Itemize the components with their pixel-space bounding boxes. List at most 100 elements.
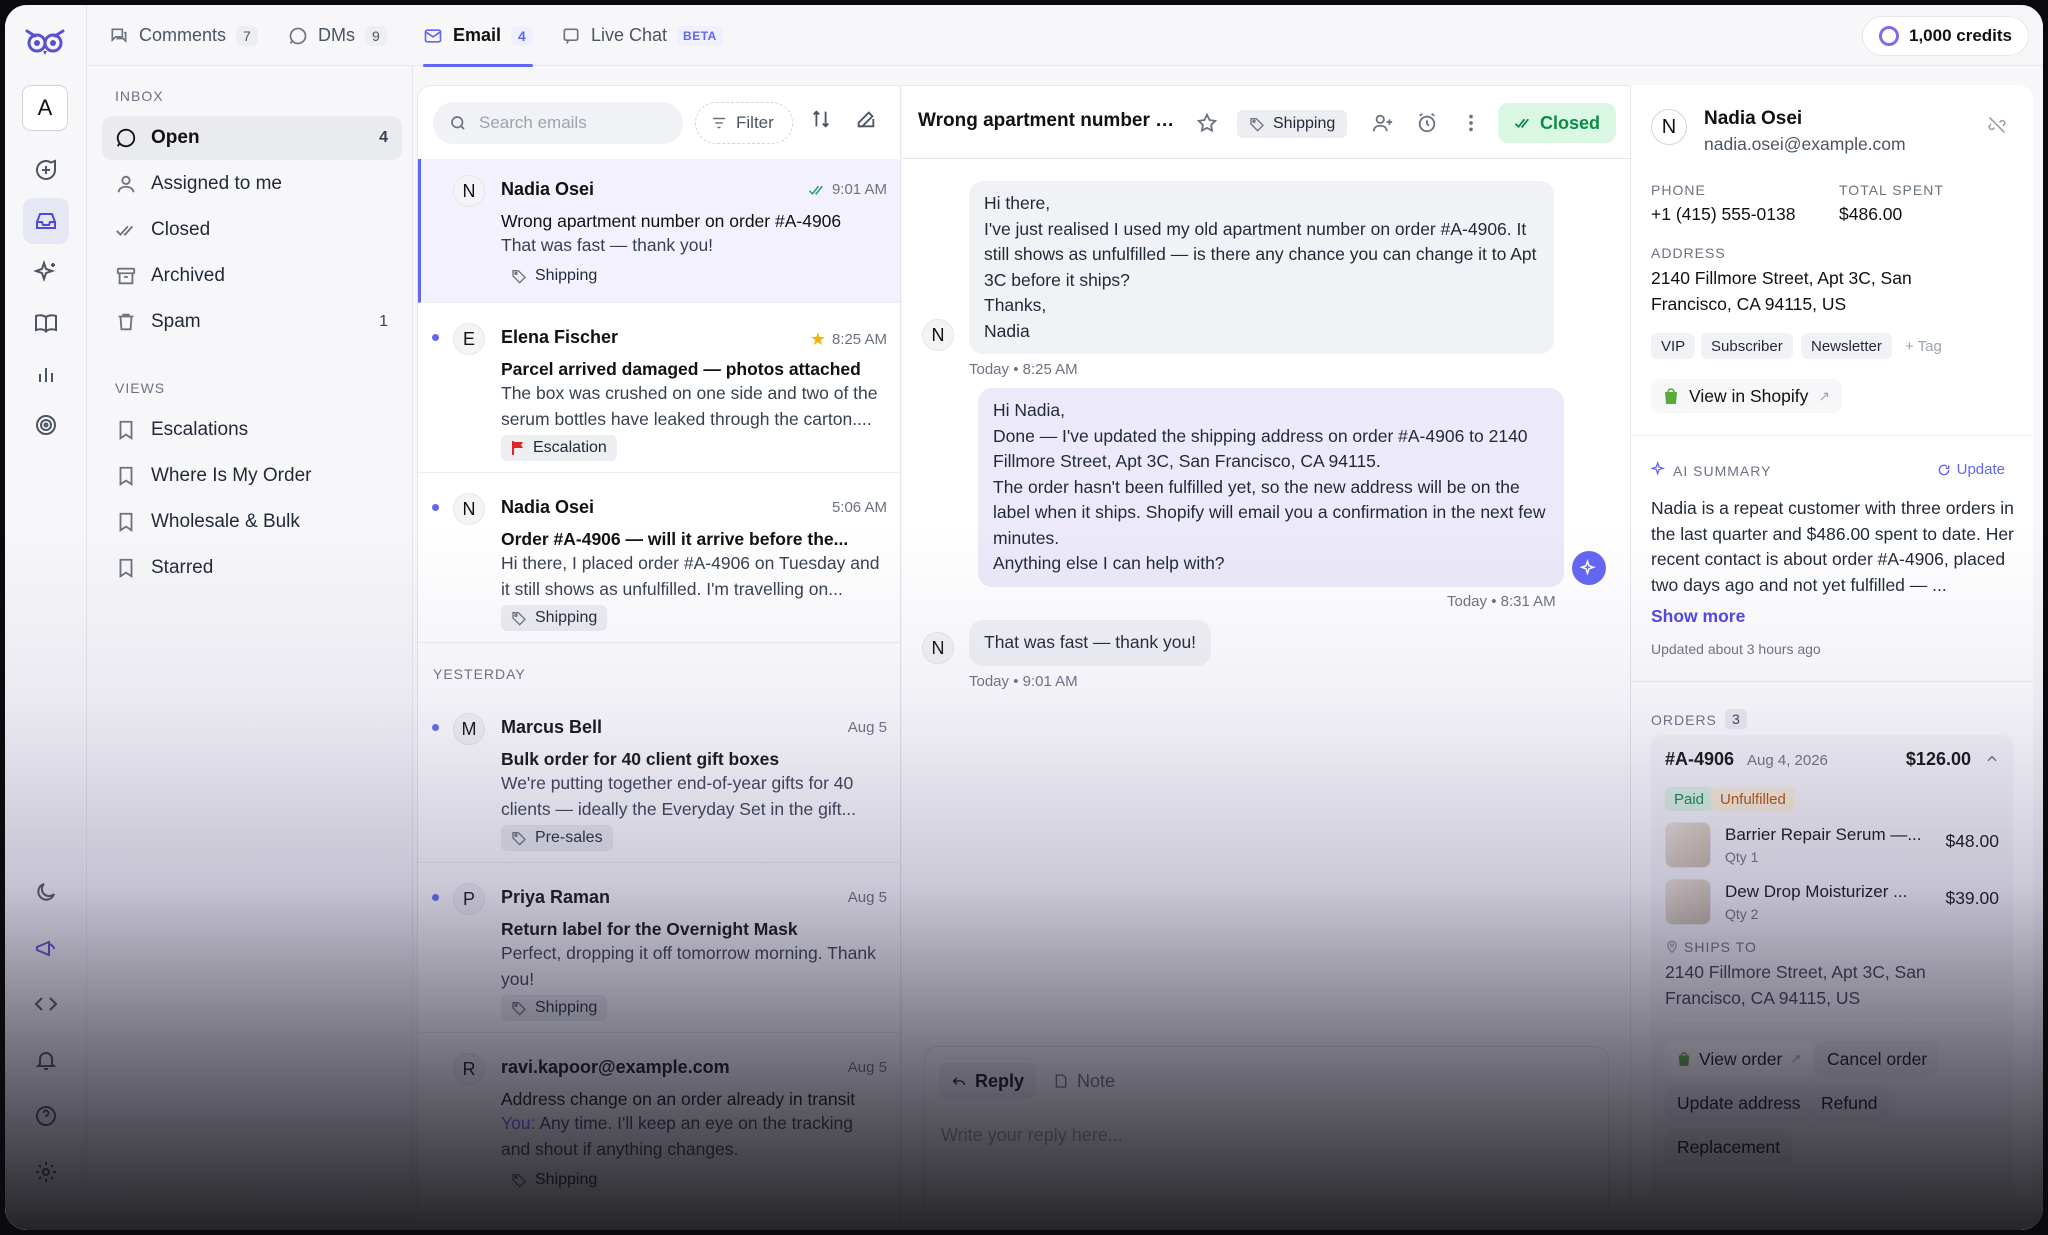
filter-button[interactable]: Filter: [695, 102, 793, 144]
inbox-icon[interactable]: [23, 198, 69, 244]
email-row[interactable]: R ravi.kapoor@example.com Aug 5 Address …: [418, 1033, 900, 1223]
cancel-order-button[interactable]: Cancel order: [1815, 1041, 1940, 1077]
email-row[interactable]: E Elena Fischer ★ 8:25 AM Parcel arrived…: [418, 303, 900, 473]
tag-label: Shipping: [535, 609, 598, 626]
tab-email[interactable]: Email 4: [423, 5, 533, 67]
view-label: Where Is My Order: [151, 465, 312, 486]
show-more-link[interactable]: Show more: [1651, 604, 1745, 630]
reply-input[interactable]: Write your reply here...: [941, 1125, 1123, 1146]
view-starred[interactable]: Starred: [102, 546, 402, 590]
unread-dot: [432, 724, 439, 731]
order-number[interactable]: #A-4906: [1665, 747, 1734, 773]
refund-button[interactable]: Refund: [1809, 1085, 1890, 1121]
assign-user-icon[interactable]: [1372, 112, 1394, 134]
settings-icon[interactable]: [23, 1149, 69, 1195]
archive-icon: [115, 265, 137, 287]
sort-icon[interactable]: [810, 108, 832, 130]
note-tab[interactable]: Note: [1041, 1063, 1127, 1099]
email-row[interactable]: N Nadia Osei 9:01 AM Wrong apartment num…: [418, 159, 900, 303]
avatar: N: [922, 632, 954, 664]
preview-text: Any time. I'll keep an eye on the tracki…: [501, 1113, 853, 1159]
conversation-title: Wrong apartment number on order #A-4906: [918, 110, 1178, 131]
view-wholesale[interactable]: Wholesale & Bulk: [102, 500, 402, 544]
unlink-icon[interactable]: [1987, 115, 2007, 135]
time-text: 8:25 AM: [831, 331, 887, 348]
search-input[interactable]: Search emails: [433, 102, 683, 144]
snooze-clock-icon[interactable]: [1416, 112, 1438, 134]
filter-icon: [710, 114, 728, 132]
note-tab-label: Note: [1077, 1070, 1116, 1091]
message-line: Hi Nadia,: [993, 400, 1065, 420]
owl-logo-icon[interactable]: [23, 27, 67, 57]
credits-label: 1,000 credits: [1908, 26, 2012, 45]
ai-summary-label: AI SUMMARY: [1673, 463, 1772, 479]
customer-tag[interactable]: Newsletter: [1801, 333, 1892, 359]
compose-icon[interactable]: [855, 108, 877, 130]
view-label: Wholesale & Bulk: [151, 511, 300, 532]
ai-update-button[interactable]: Update: [1937, 461, 2005, 478]
workspace-avatar[interactable]: A: [22, 85, 68, 131]
tab-live-chat[interactable]: Live Chat BETA: [561, 5, 723, 66]
product-price: $39.00: [1945, 888, 1999, 908]
chevron-up-icon[interactable]: [1985, 752, 1999, 766]
email-row[interactable]: M Marcus Bell Aug 5 Bulk order for 40 cl…: [418, 693, 900, 863]
orders-count: 3: [1725, 709, 1747, 729]
refresh-icon: [1937, 463, 1951, 477]
view-wismo[interactable]: Where Is My Order: [102, 454, 402, 498]
moon-icon[interactable]: [23, 869, 69, 915]
star-outline-icon[interactable]: [1196, 112, 1218, 134]
nav-open[interactable]: Open 4: [102, 116, 402, 160]
address-value: 2140 Fillmore Street, Apt 3C, San Franci…: [1651, 268, 1912, 314]
unread-dot: [432, 504, 439, 511]
tab-comments[interactable]: Comments 7: [109, 5, 258, 66]
nav-archived[interactable]: Archived: [102, 254, 402, 298]
update-address-button[interactable]: Update address: [1665, 1085, 1813, 1121]
credits-pill[interactable]: 1,000 credits: [1861, 16, 2029, 56]
reply-tab[interactable]: Reply: [939, 1063, 1037, 1099]
tag-label: Shipping: [1273, 115, 1336, 132]
chart-icon[interactable]: [23, 351, 69, 397]
code-icon[interactable]: [23, 981, 69, 1027]
sparkles-icon[interactable]: [23, 249, 69, 295]
book-icon[interactable]: [23, 300, 69, 346]
new-message-icon[interactable]: [23, 147, 69, 193]
email-row[interactable]: P Priya Raman Aug 5 Return label for the…: [418, 863, 900, 1033]
more-vertical-icon[interactable]: [1460, 112, 1482, 134]
customer-email: nadia.osei@example.com: [1704, 134, 1906, 154]
nav-assigned[interactable]: Assigned to me: [102, 162, 402, 206]
app-window: A Comments 7 DMs 9 Email 4 Live Chat BET…: [5, 5, 2043, 1230]
ai-assist-button[interactable]: [1572, 551, 1606, 585]
replacement-button[interactable]: Replacement: [1665, 1129, 1793, 1165]
email-row[interactable]: N Nadia Osei 5:06 AM Order #A-4906 — wil…: [418, 473, 900, 643]
star-icon[interactable]: ★: [810, 329, 826, 350]
tag-icon: [1249, 116, 1265, 132]
phone-label: PHONE: [1651, 182, 1706, 198]
external-link-icon: ↗: [1818, 387, 1831, 404]
search-icon: [449, 114, 467, 132]
view-in-shopify-button[interactable]: View in Shopify ↗: [1651, 379, 1843, 413]
view-escalations[interactable]: Escalations: [102, 408, 402, 452]
megaphone-icon[interactable]: [23, 925, 69, 971]
email-time: Aug 5: [847, 889, 887, 906]
help-icon[interactable]: [23, 1093, 69, 1139]
tab-label: Comments: [139, 25, 227, 45]
read-check-icon: [808, 183, 826, 197]
status-badge[interactable]: Closed: [1497, 103, 1616, 143]
add-tag-button[interactable]: + Tag: [1895, 333, 1952, 359]
email-subject: Order #A-4906 — will it arrive before th…: [501, 529, 849, 549]
customer-tag[interactable]: VIP: [1651, 333, 1696, 359]
email-time: Aug 5: [847, 1059, 887, 1076]
bookmark-icon: [115, 511, 137, 533]
yesterday-heading: YESTERDAY: [433, 666, 526, 682]
sender-name: Priya Raman: [501, 887, 611, 907]
tab-dms[interactable]: DMs 9: [288, 5, 387, 66]
bell-icon[interactable]: [23, 1037, 69, 1083]
unread-dot: [432, 894, 439, 901]
nav-spam[interactable]: Spam 1: [102, 300, 402, 344]
view-order-button[interactable]: View order ↗: [1665, 1041, 1814, 1077]
nav-closed[interactable]: Closed: [102, 208, 402, 252]
incoming-message: Hi there, I've just realised I used my o…: [969, 181, 1554, 354]
target-icon[interactable]: [23, 402, 69, 448]
conversation-tag[interactable]: Shipping: [1237, 110, 1348, 138]
customer-tag[interactable]: Subscriber: [1701, 333, 1793, 359]
